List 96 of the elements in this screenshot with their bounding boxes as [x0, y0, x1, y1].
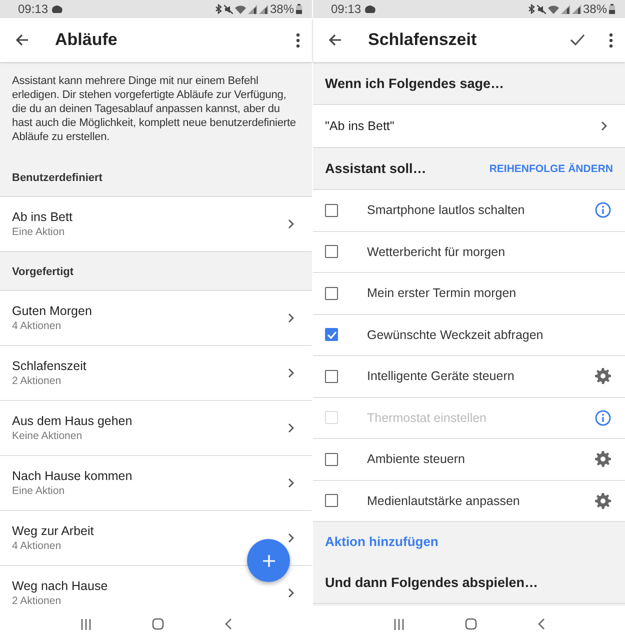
- action-label: Ambiente steuern: [367, 452, 466, 466]
- bluetooth-icon: [528, 4, 535, 14]
- settings-icon[interactable]: [595, 492, 611, 509]
- chevron-right-icon: [288, 423, 294, 433]
- signal-icon: [560, 4, 570, 14]
- recent-apps-icon[interactable]: [393, 618, 406, 630]
- trigger-phrase-item[interactable]: "Ab ins Bett": [313, 105, 625, 148]
- checkbox[interactable]: [325, 452, 338, 466]
- routine-title: Ab ins Bett: [12, 210, 74, 224]
- clock-time: 09:13: [18, 2, 48, 16]
- back-arrow-icon[interactable]: [14, 32, 30, 48]
- checkbox[interactable]: [325, 245, 338, 258]
- action-label: Thermostat einstellen: [367, 410, 488, 425]
- chevron-right-icon: [288, 588, 294, 598]
- intro-text: Assistant kann mehrere Dinge mit nur einem Befehl erledigen. Dir stehen vorgefertigte Abläufe zur Verfügung, die du an deinen Tagesablauf anpassen kannst, aber du hast auch die Möglichkeit, komplett neue benutzerdefinierte Abläufe zu erstellen.: [11, 74, 297, 145]
- settings-icon[interactable]: [595, 451, 611, 468]
- routine-item[interactable]: Guten Morgen 4 Aktionen: [0, 291, 312, 346]
- action-label: Smartphone lautlos schalten: [367, 203, 526, 218]
- routine-subtitle: 2 Aktionen: [12, 595, 62, 606]
- bluetooth-icon: [214, 4, 222, 14]
- more-options-icon[interactable]: [296, 32, 300, 48]
- signal-icon: [258, 4, 268, 14]
- plus-icon: [262, 554, 274, 566]
- chevron-right-icon: [288, 313, 294, 323]
- action-row[interactable]: Intelligente Geräte steuern: [313, 356, 625, 398]
- chevron-right-icon: [601, 121, 607, 131]
- battery-level: 38%: [582, 2, 607, 16]
- section-header: Und dann Folgendes abspielen…: [313, 561, 625, 604]
- action-label: Gewünschte Weckzeit abfragen: [367, 328, 544, 342]
- routine-item[interactable]: Nach Hause kommen Eine Aktion: [0, 456, 312, 511]
- checkbox[interactable]: [325, 286, 338, 300]
- screen-title: Abläufe: [55, 30, 118, 50]
- routine-title: Schlafenszeit: [12, 359, 88, 373]
- routine-title: Nach Hause kommen: [12, 469, 134, 483]
- notification-icon: [52, 5, 64, 13]
- checkmark-icon[interactable]: [570, 34, 585, 46]
- routine-title: Guten Morgen: [12, 304, 93, 318]
- routine-item[interactable]: Aus dem Haus gehen Keine Aktionen: [0, 401, 312, 456]
- add-action-link[interactable]: Aktion hinzufügen: [313, 522, 625, 561]
- battery-level: 38%: [270, 2, 294, 16]
- wifi-icon: [548, 4, 559, 14]
- info-icon[interactable]: [595, 202, 611, 218]
- routine-title: Weg nach Hause: [12, 579, 109, 593]
- wifi-icon: [234, 4, 246, 14]
- notification-icon: [365, 5, 376, 13]
- routine-subtitle: 4 Aktionen: [12, 320, 62, 332]
- routine-item[interactable]: Weg zur Arbeit 4 Aktionen: [0, 511, 312, 566]
- mute-icon: [536, 4, 546, 14]
- routine-subtitle: Keine Aktionen: [12, 430, 84, 442]
- recent-apps-icon[interactable]: [80, 618, 92, 630]
- action-row[interactable]: Mein erster Termin morgen: [313, 273, 625, 314]
- routine-item[interactable]: Weg nach Hause 2 Aktionen: [0, 566, 312, 606]
- action-row[interactable]: Wetterbericht für morgen: [313, 232, 625, 273]
- more-options-icon[interactable]: [609, 32, 613, 48]
- clock-time: 09:13: [331, 2, 362, 16]
- battery-icon: [296, 4, 302, 14]
- routine-item[interactable]: Ab ins Bett Eine Aktion: [0, 197, 312, 252]
- chevron-right-icon: [288, 478, 294, 488]
- back-icon[interactable]: [224, 618, 232, 630]
- home-icon[interactable]: [152, 618, 164, 630]
- checkbox[interactable]: [325, 370, 338, 383]
- trigger-phrase: "Ab ins Bett": [325, 119, 394, 133]
- checkbox[interactable]: [325, 328, 338, 342]
- chevron-right-icon: [288, 368, 294, 378]
- screen-title: Schlafenszeit: [368, 30, 477, 50]
- action-label: Intelligente Geräte steuern: [367, 369, 516, 384]
- back-icon[interactable]: [538, 618, 545, 630]
- info-icon[interactable]: [595, 410, 611, 426]
- settings-icon[interactable]: [595, 368, 611, 384]
- signal-icon: [248, 4, 257, 14]
- chevron-right-icon: [288, 219, 294, 229]
- routine-subtitle: 2 Aktionen: [12, 375, 62, 387]
- section-header: Assistant soll…: [325, 161, 426, 176]
- home-icon[interactable]: [465, 618, 478, 630]
- action-row[interactable]: Gewünschte Weckzeit abfragen: [313, 314, 625, 356]
- action-row[interactable]: Ambiente steuern: [313, 439, 625, 480]
- action-label: Medienlautstärke anpassen: [367, 494, 521, 508]
- signal-icon: [572, 4, 581, 14]
- routine-title: Aus dem Haus gehen: [12, 414, 134, 428]
- action-row[interactable]: Medienlautstärke anpassen: [313, 480, 625, 522]
- checkbox[interactable]: [325, 494, 338, 508]
- checkbox[interactable]: [325, 204, 338, 217]
- chevron-right-icon: [288, 533, 294, 543]
- routine-subtitle: 4 Aktionen: [12, 540, 62, 552]
- routine-subtitle: Eine Aktion: [12, 485, 66, 497]
- back-arrow-icon[interactable]: [327, 32, 343, 48]
- battery-icon: [609, 4, 615, 14]
- routine-subtitle: Eine Aktion: [12, 226, 66, 238]
- checkmark-icon: [326, 330, 336, 339]
- action-label: Mein erster Termin morgen: [367, 286, 518, 300]
- mute-icon: [224, 4, 233, 14]
- routine-title: Weg zur Arbeit: [12, 524, 95, 538]
- action-row[interactable]: Smartphone lautlos schalten: [313, 190, 625, 232]
- reorder-link[interactable]: REIHENFOLGE ÄNDERN: [489, 162, 613, 174]
- action-label: Wetterbericht für morgen: [367, 244, 506, 259]
- routine-item[interactable]: Schlafenszeit 2 Aktionen: [0, 346, 312, 401]
